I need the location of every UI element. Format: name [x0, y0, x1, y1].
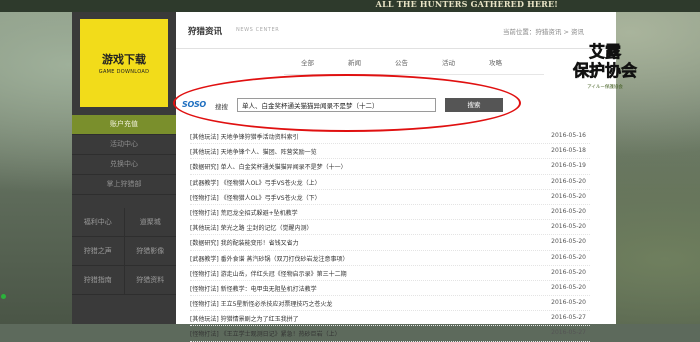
association-logo-text: 艾露 保护协会: [572, 42, 638, 81]
logo-title: 游戏下载: [102, 53, 146, 66]
tab-news[interactable]: 新闻: [331, 57, 378, 67]
news-title-link[interactable]: [怪物打法] 荒厄龙全招式躲避+坠机教学: [190, 208, 298, 217]
news-date: 2016-05-20: [551, 268, 586, 276]
news-date: 2016-05-27: [551, 314, 586, 322]
sidebar-item-exchange[interactable]: 兑换中心: [72, 155, 176, 175]
sidebar-menu: 账户充值 活动中心 兑换中心 掌上狩猎部: [72, 115, 176, 195]
news-row: [其他玩法] 荣光之路 尘封的记忆（觉醒内测） 2016-05-20: [190, 220, 590, 236]
sidebar-link-daojucheng[interactable]: 道聚城: [125, 208, 177, 236]
sidebar-link-data[interactable]: 狩猎资料: [125, 266, 177, 294]
tab-guides[interactable]: 攻略: [472, 57, 519, 67]
tab-announcement[interactable]: 公告: [378, 57, 425, 67]
news-row: [其他玩法] 天地争锋狩猎季活动资料索引 2016-05-16: [190, 129, 590, 145]
status-dot-icon: [1, 294, 6, 299]
news-date: 2016-05-20: [551, 238, 586, 246]
news-row: [怪物打法] 《王立学士观测日记》紧急！热砂巨岩（上） 2016-05-27: [190, 326, 590, 342]
top-banner-text: ALL THE HUNTERS GATHERED HERE!: [375, 0, 558, 9]
news-title-link[interactable]: [怪物打法] 《怪物猎人OL》弓手VS苍火龙（下）: [190, 193, 321, 202]
sidebar-link-voice[interactable]: 狩猎之声: [72, 237, 125, 265]
game-download-button[interactable]: 游戏下载 GAME DOWNLOAD: [80, 19, 168, 107]
news-title-link[interactable]: [其他玩法] 荣光之路 尘封的记忆（觉醒内测）: [190, 223, 313, 232]
breadcrumb: 当前位置：狩猎资讯 > 资讯: [502, 28, 584, 36]
news-date: 2016-05-20: [551, 223, 586, 231]
sidebar-link-video[interactable]: 狩猎影像: [125, 237, 177, 265]
news-date: 2016-05-20: [551, 299, 586, 307]
news-title-link[interactable]: [武器教学] 《怪物猎人OL》弓手VS苍火龙（上）: [190, 178, 321, 187]
news-date: 2016-05-27: [551, 329, 586, 337]
logo-subtitle: GAME DOWNLOAD: [98, 69, 150, 75]
news-title-link[interactable]: [怪物打法] 《王立学士观测日记》紧急！热砂巨岩（上）: [190, 329, 341, 338]
association-logo-subtext: アイルー保護協会: [587, 85, 623, 90]
news-date: 2016-05-20: [551, 177, 586, 185]
news-title-link[interactable]: [武器教学] 番外食谱 蒸汽砂锅（双刀打伐砂岩龙注意事项）: [190, 254, 349, 263]
soso-logo: SOSO: [182, 100, 206, 109]
news-row: [其他玩法] 天地争锋个人、猫团、阵营奖励一览 2016-05-18: [190, 144, 590, 160]
search-label: 搜搜: [215, 103, 228, 111]
news-list: [其他玩法] 天地争锋狩猎季活动资料索引 2016-05-16 [其他玩法] 天地争…: [190, 129, 590, 342]
news-row: [怪物打法] 荒厄龙全招式躲避+坠机教学 2016-05-20: [190, 205, 590, 221]
sidebar: 游戏下载 GAME DOWNLOAD 账户充值 活动中心 兑换中心 掌上狩猎部 …: [72, 12, 176, 324]
news-title-link[interactable]: [数据研究] 单人、白金奖杯通关猫猫异闻录不是梦（十一）: [190, 162, 347, 171]
news-title-link[interactable]: [其他玩法] 狩猎情景剧之为了红玉我拼了: [190, 314, 299, 323]
news-row: [数据研究] 我的配装能变形！省钱又省力 2016-05-20: [190, 235, 590, 251]
news-row: [数据研究] 单人、白金奖杯通关猫猫异闻录不是梦（十一） 2016-05-19: [190, 159, 590, 175]
news-title-link[interactable]: [其他玩法] 天地争锋个人、猫团、阵营奖励一览: [190, 147, 317, 156]
news-row: [其他玩法] 狩猎情景剧之为了红玉我拼了 2016-05-27: [190, 311, 590, 327]
news-date: 2016-05-20: [551, 192, 586, 200]
news-date: 2016-05-20: [551, 253, 586, 261]
news-row: [怪物打法] 王立5星新怪必杀技应对票理技巧之苍火龙 2016-05-20: [190, 296, 590, 312]
news-row: [武器教学] 《怪物猎人OL》弓手VS苍火龙（上） 2016-05-20: [190, 175, 590, 190]
news-row: [怪物打法] 游走山岳，伴红头冠《怪物启示录》第三十二期 2016-05-20: [190, 266, 590, 281]
news-date: 2016-05-20: [551, 207, 586, 215]
sidebar-item-mobile[interactable]: 掌上狩猎部: [72, 175, 176, 195]
news-title-link[interactable]: [怪物打法] 王立5星新怪必杀技应对票理技巧之苍火龙: [190, 299, 332, 308]
sidebar-item-activity[interactable]: 活动中心: [72, 135, 176, 155]
tab-events[interactable]: 活动: [425, 57, 472, 67]
category-tabs: 全部 新闻 公告 活动 攻略: [284, 57, 519, 67]
news-date: 2016-05-20: [551, 283, 586, 291]
news-date: 2016-05-18: [551, 147, 586, 155]
news-row: [怪物打法] 新怪教学：电甲虫无阻坠机打法教学 2016-05-20: [190, 281, 590, 297]
soso-brand: SOSO: [182, 100, 206, 109]
sidebar-link-guide[interactable]: 狩猎指南: [72, 266, 125, 294]
search-input[interactable]: [237, 98, 436, 112]
page-title-en: NEWS CENTER: [236, 27, 280, 33]
news-row: [怪物打法] 《怪物猎人OL》弓手VS苍火龙（下） 2016-05-20: [190, 190, 590, 205]
search-button[interactable]: 搜索: [445, 98, 503, 112]
tab-all[interactable]: 全部: [284, 57, 331, 67]
news-row: [武器教学] 番外食谱 蒸汽砂锅（双刀打伐砂岩龙注意事项） 2016-05-20: [190, 251, 590, 266]
news-title-link[interactable]: [怪物打法] 游走山岳，伴红头冠《怪物启示录》第三十二期: [190, 269, 347, 278]
main-panel: 狩猎资讯 NEWS CENTER 当前位置：狩猎资讯 > 资讯 全部 新闻 公告…: [173, 12, 616, 342]
news-title-link[interactable]: [其他玩法] 天地争锋狩猎季活动资料索引: [190, 132, 299, 141]
sidebar-link-welfare[interactable]: 福利中心: [72, 208, 125, 236]
news-title-link[interactable]: [数据研究] 我的配装能变形！省钱又省力: [190, 238, 299, 247]
news-title-link[interactable]: [怪物打法] 新怪教学：电甲虫无阻坠机打法教学: [190, 284, 317, 293]
page-title: 狩猎资讯: [188, 27, 223, 37]
main-header: 狩猎资讯 NEWS CENTER 当前位置：狩猎资讯 > 资讯: [176, 12, 616, 49]
news-date: 2016-05-19: [551, 162, 586, 170]
top-banner: ALL THE HUNTERS GATHERED HERE!: [0, 0, 700, 12]
eluru-association-logo: 艾露 保护协会 アイルー保護協会: [560, 42, 650, 96]
news-date: 2016-05-16: [551, 132, 586, 139]
sidebar-item-recharge[interactable]: 账户充值: [72, 115, 176, 135]
sidebar-grid: 福利中心 道聚城 狩猎之声 狩猎影像 狩猎指南 狩猎资料: [72, 208, 176, 295]
search-bar: SOSO 搜搜 搜索: [182, 98, 504, 112]
